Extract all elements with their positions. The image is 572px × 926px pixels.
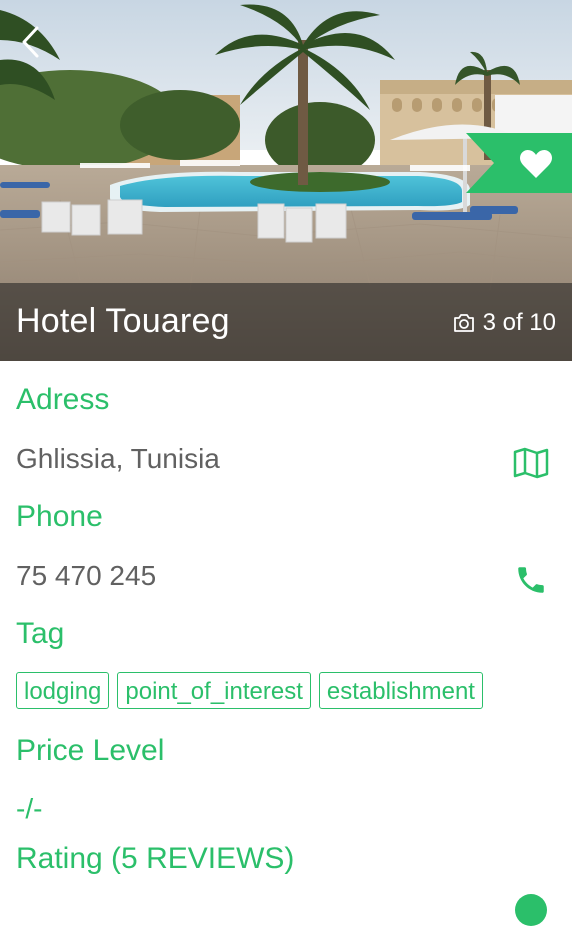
tag-label: Tag (16, 617, 65, 650)
address-value: Ghlissia, Tunisia (16, 443, 220, 474)
price-level-value: -/- (16, 793, 43, 824)
back-button[interactable] (14, 22, 46, 62)
price-level-label: Price Level (16, 734, 165, 767)
tag-chip[interactable]: point_of_interest (117, 672, 311, 709)
chevron-left-icon (22, 26, 39, 58)
rating-label: Rating (5 REVIEWS) (16, 842, 295, 875)
tag-chip[interactable]: establishment (318, 672, 483, 709)
phone-label: Phone (16, 500, 103, 533)
hotel-name: Hotel Touareg (16, 302, 230, 340)
camera-icon (453, 314, 474, 332)
phone-icon[interactable] (514, 563, 548, 597)
rating-action-button[interactable] (515, 894, 547, 926)
photo-counter[interactable]: 3 of 10 (453, 309, 556, 337)
favorite-button[interactable] (466, 133, 572, 193)
hotel-photo[interactable]: Hotel Touareg 3 of 10 (0, 0, 572, 361)
address-label: Adress (16, 383, 110, 416)
photo-counter-text: 3 of 10 (482, 309, 556, 336)
phone-value: 75 470 245 (16, 560, 157, 591)
map-icon[interactable] (513, 447, 549, 479)
tag-list: lodging point_of_interest establishment (16, 672, 483, 709)
tag-chip[interactable]: lodging (16, 672, 110, 709)
